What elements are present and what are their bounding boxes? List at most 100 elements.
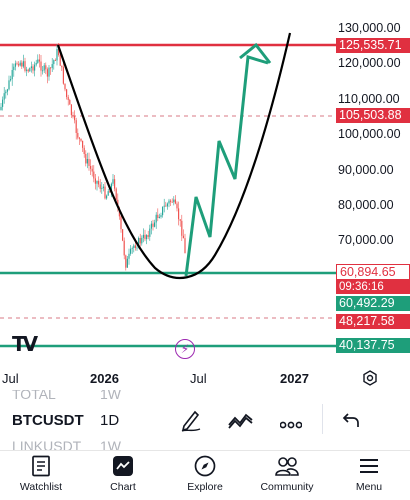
- current-price-badge[interactable]: 60,894.65: [336, 264, 410, 280]
- candle-body: [34, 64, 36, 71]
- dashed-level-price-badge[interactable]: 48,217.58: [336, 314, 410, 329]
- time-axis-label: 2027: [280, 371, 309, 386]
- candle-body: [94, 178, 96, 184]
- candle-body: [125, 255, 127, 268]
- hamburger-icon: [360, 459, 378, 473]
- candle-body: [106, 195, 108, 199]
- candle-body: [61, 65, 63, 68]
- candle-body: [43, 65, 45, 71]
- time-axis-label: Jul: [2, 371, 19, 386]
- nav-community[interactable]: Community: [246, 455, 328, 493]
- candle-body: [2, 99, 4, 107]
- projection-path[interactable]: [184, 55, 269, 277]
- tradingview-logo[interactable]: TV: [12, 332, 38, 356]
- candle-body: [88, 159, 90, 166]
- parabola-curve[interactable]: [56, 32, 292, 279]
- price-axis-label: 80,000.00: [338, 198, 394, 212]
- candle-body: [166, 203, 168, 207]
- pencil-icon[interactable]: [180, 408, 202, 437]
- candle-body: [173, 199, 175, 203]
- price-axis-label: 100,000.00: [338, 127, 401, 141]
- candle-body: [54, 60, 56, 61]
- candle-body: [3, 93, 5, 100]
- nav-label: Chart: [110, 481, 136, 493]
- candle-body: [98, 180, 100, 185]
- candle-body: [45, 65, 47, 70]
- candle-body: [27, 69, 29, 72]
- candle-body: [5, 91, 7, 94]
- candles: [0, 42, 186, 271]
- candle-body: [51, 64, 53, 68]
- toolbar-divider: [322, 404, 323, 434]
- next-interval[interactable]: 1W: [100, 438, 121, 450]
- candle-body: [37, 59, 39, 63]
- compass-icon: [194, 455, 216, 477]
- indicators-icon[interactable]: [228, 410, 254, 435]
- candle-body: [133, 245, 135, 248]
- prev-interval[interactable]: 1W: [100, 390, 121, 402]
- community-icon: [275, 457, 299, 476]
- price-axis-label: 130,000.00: [338, 21, 401, 35]
- candle-body: [136, 247, 138, 249]
- candle-body: [13, 66, 15, 71]
- candle-body: [123, 240, 125, 256]
- candle-body: [104, 186, 106, 199]
- candle-body: [40, 61, 42, 71]
- candle-body: [154, 222, 156, 227]
- mid-level-price-badge[interactable]: 105,503.88: [336, 108, 410, 123]
- bottom-level-price-badge[interactable]: 40,137.75: [336, 338, 410, 353]
- candle-body: [74, 115, 76, 121]
- undo-icon[interactable]: [342, 412, 360, 433]
- lightning-icon[interactable]: ⚡: [175, 339, 195, 359]
- candle-body: [53, 60, 55, 65]
- candle-body: [96, 180, 98, 184]
- candle-body: [72, 115, 74, 116]
- candle-body: [114, 179, 116, 189]
- candle-body: [82, 140, 84, 148]
- candle-body: [19, 62, 21, 66]
- nav-chart[interactable]: Chart: [82, 455, 164, 493]
- nav-watchlist[interactable]: Watchlist: [0, 455, 82, 493]
- candle-body: [99, 184, 101, 189]
- candle-body: [26, 69, 28, 71]
- interval-selector[interactable]: 1D: [100, 412, 119, 429]
- candle-body: [120, 216, 122, 230]
- candle-body: [147, 235, 149, 237]
- candle-body: [130, 248, 132, 254]
- candle-body: [50, 67, 52, 69]
- prev-symbol[interactable]: TOTAL: [12, 390, 56, 402]
- candle-body: [22, 61, 24, 67]
- candle-body: [46, 69, 48, 77]
- candle-body: [178, 208, 180, 220]
- candle-body: [30, 66, 32, 69]
- nav-menu[interactable]: Menu: [328, 455, 410, 493]
- next-symbol[interactable]: LINKUSDT: [12, 438, 81, 450]
- symbol-selector[interactable]: BTCUSDT: [12, 412, 84, 429]
- candle-body: [83, 147, 85, 154]
- candle-body: [29, 68, 31, 72]
- time-axis-label: Jul: [190, 371, 207, 386]
- candle-body: [16, 63, 18, 65]
- candle-body: [42, 70, 44, 72]
- candle-body: [10, 79, 12, 81]
- more-icon[interactable]: [279, 416, 303, 434]
- nav-explore[interactable]: Explore: [164, 455, 246, 493]
- candle-body: [181, 220, 183, 236]
- candle-body: [21, 62, 23, 67]
- support-price-badge[interactable]: 60,492.29: [336, 296, 410, 311]
- candle-body: [163, 205, 165, 207]
- price-axis-label: 70,000.00: [338, 233, 394, 247]
- candle-body: [157, 214, 159, 218]
- candle-body: [6, 89, 8, 92]
- resistance-price-badge[interactable]: 125,535.71: [336, 38, 410, 53]
- candle-body: [62, 67, 64, 84]
- candle-body: [144, 234, 146, 240]
- settings-icon[interactable]: [362, 370, 378, 386]
- candle-body: [38, 59, 40, 62]
- candle-body: [90, 165, 92, 169]
- candle-body: [168, 200, 170, 204]
- candle-body: [146, 235, 148, 240]
- candle-body: [107, 191, 109, 196]
- candle-body: [149, 228, 151, 237]
- candle-body: [142, 234, 144, 238]
